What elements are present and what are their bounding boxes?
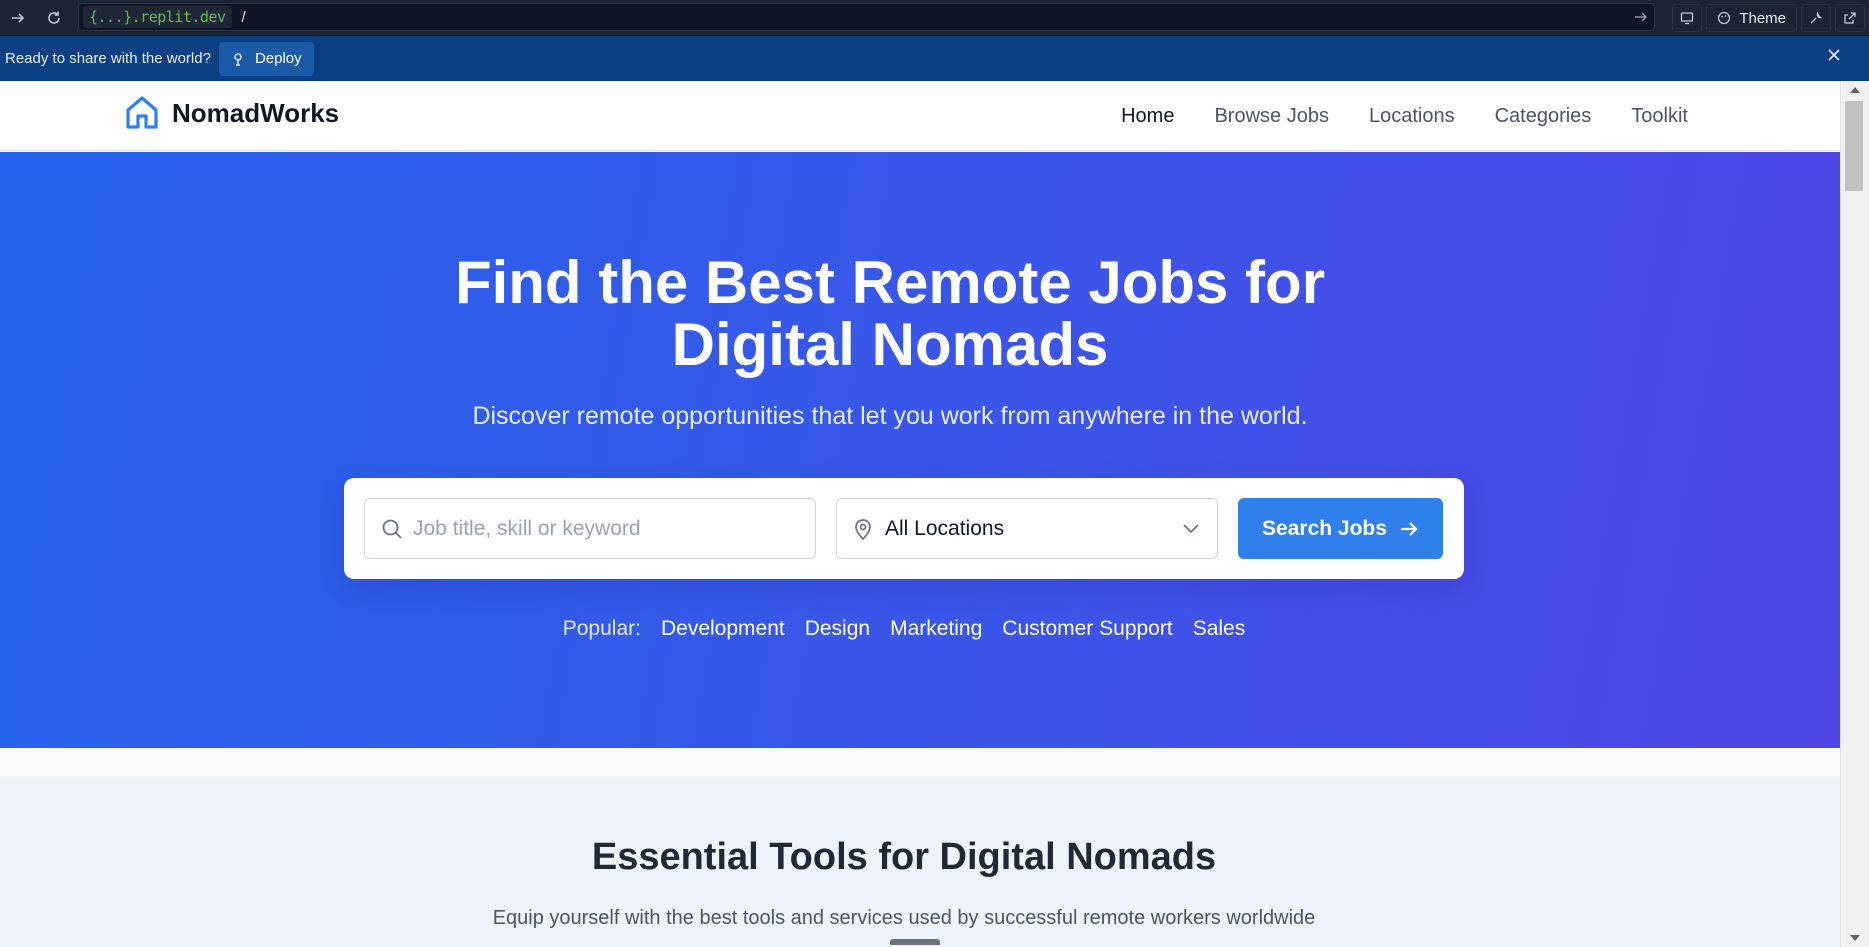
popular-tags: Popular: Development Design Marketing Cu…	[0, 617, 1808, 641]
close-icon[interactable]	[1827, 48, 1841, 62]
tools-subtitle: Equip yourself with the best tools and s…	[492, 907, 1316, 929]
go-icon[interactable]	[1634, 10, 1648, 24]
scroll-indicator[interactable]	[890, 939, 940, 945]
site-logo[interactable]: NomadWorks	[124, 95, 339, 131]
popular-tag-marketing[interactable]: Marketing	[890, 617, 982, 641]
tools-button[interactable]	[1801, 4, 1831, 32]
search-jobs-button[interactable]: Search Jobs	[1238, 498, 1443, 559]
popular-label: Popular:	[562, 617, 641, 640]
device-button[interactable]	[1672, 4, 1703, 32]
search-card: All Locations Search Jobs	[344, 478, 1464, 579]
url-bar[interactable]: {...} .replit.dev /	[78, 3, 1655, 31]
location-select[interactable]: All Locations	[836, 498, 1218, 559]
browser-toolbar: {...} .replit.dev / Theme	[0, 0, 1869, 36]
deploy-button[interactable]: Deploy	[218, 41, 314, 76]
chevron-down-icon	[1183, 524, 1199, 534]
home-logo-icon	[126, 96, 158, 129]
popular-tag-sales[interactable]: Sales	[1193, 617, 1246, 641]
tools-title: Essential Tools for Digital Nomads	[591, 836, 1217, 878]
palette-icon	[1718, 11, 1731, 25]
tools-section: Essential Tools for Digital Nomads Equip…	[0, 778, 1840, 947]
open-new-tab-button[interactable]	[1835, 4, 1865, 32]
nav-home[interactable]: Home	[1121, 105, 1174, 128]
arrow-right-icon	[1400, 521, 1418, 536]
search-jobs-label: Search Jobs	[1262, 516, 1387, 540]
url-chip[interactable]: {...} .replit.dev	[83, 6, 232, 28]
nav-locations[interactable]: Locations	[1369, 105, 1455, 128]
nav-browse-jobs[interactable]: Browse Jobs	[1214, 105, 1329, 128]
reload-button[interactable]	[36, 0, 72, 36]
page-viewport: NomadWorks Home Browse Jobs Locations Ca…	[0, 81, 1840, 947]
banner-text: Ready to share with the world?	[5, 50, 211, 67]
hero-subtitle: Discover remote opportunities that let y…	[472, 402, 1308, 430]
deploy-label: Deploy	[254, 50, 302, 67]
popular-tag-customer-support[interactable]: Customer Support	[1002, 617, 1172, 641]
url-domain: .replit.dev	[131, 8, 226, 26]
device-icon	[1681, 12, 1694, 25]
nav-links: Home Browse Jobs Locations Categories To…	[1121, 81, 1688, 151]
section-gap	[0, 748, 1840, 778]
reload-icon	[48, 11, 60, 24]
url-path: /	[241, 8, 246, 26]
forward-icon	[12, 12, 25, 23]
scroll-down-arrow[interactable]	[1850, 935, 1860, 941]
keyword-field[interactable]	[364, 498, 816, 559]
popular-tag-development[interactable]: Development	[661, 617, 785, 641]
deploy-icon	[234, 52, 242, 66]
location-value: All Locations	[885, 516, 1005, 540]
open-external-icon	[1844, 12, 1856, 24]
site-navbar: NomadWorks Home Browse Jobs Locations Ca…	[0, 81, 1840, 151]
deploy-banner: Ready to share with the world? Deploy	[0, 36, 1869, 81]
nav-categories[interactable]: Categories	[1495, 105, 1592, 128]
scroll-thumb[interactable]	[1845, 101, 1863, 191]
theme-button[interactable]: Theme	[1706, 4, 1797, 32]
wrench-icon	[1810, 11, 1823, 24]
scroll-up-arrow[interactable]	[1850, 87, 1860, 93]
keyword-input[interactable]	[413, 516, 793, 541]
url-chip-text: {...}	[89, 8, 132, 26]
theme-label: Theme	[1739, 9, 1786, 27]
nav-toolkit[interactable]: Toolkit	[1631, 105, 1688, 128]
page-scrollbar[interactable]	[1840, 81, 1869, 947]
hero-section: Find the Best Remote Jobs for Digital No…	[0, 152, 1840, 748]
hero-title: Find the Best Remote Jobs for Digital No…	[454, 249, 1326, 378]
search-icon	[382, 519, 402, 539]
map-pin-icon	[855, 518, 871, 540]
logo-text: NomadWorks	[172, 97, 340, 128]
forward-button[interactable]	[0, 0, 36, 36]
popular-tag-design[interactable]: Design	[805, 617, 870, 641]
